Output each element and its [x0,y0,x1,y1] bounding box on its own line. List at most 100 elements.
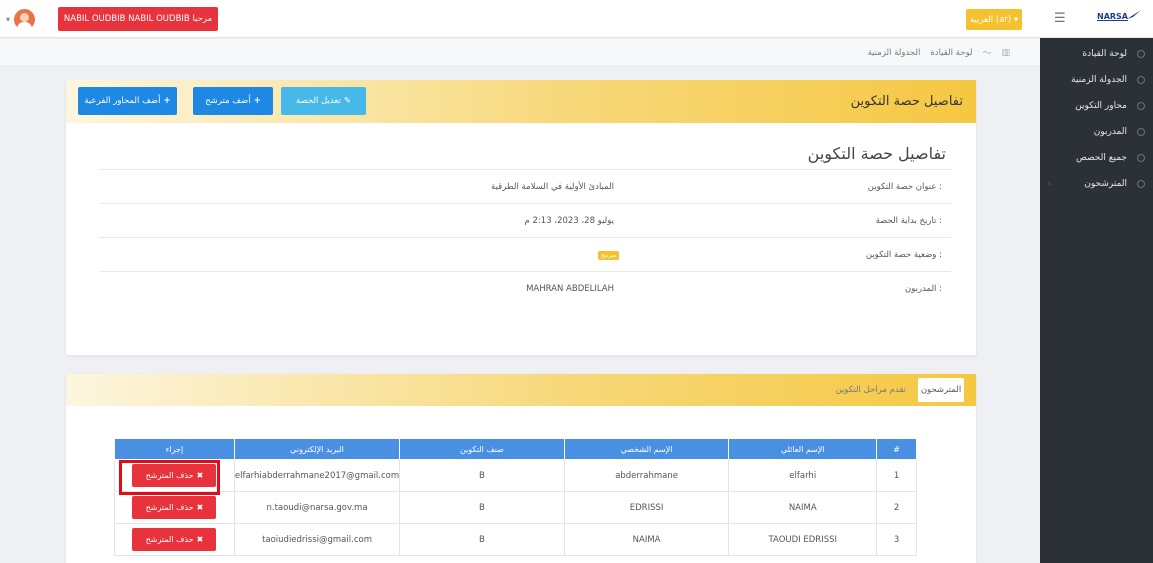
first-name-cell: EDRISSI [563,491,730,524]
circle-icon [1137,128,1145,136]
family-name-cell: NAIMA [728,491,878,524]
detail-value: المبادئ الأولية في السلامة الطرقية [491,182,614,192]
sidebar-item-label: المترشحون [1084,179,1127,189]
user-greeting-button[interactable]: NABIL OUDBIB NABIL OUDBIB مرحبا [58,7,218,31]
circle-icon [1137,76,1145,84]
first-name-cell: abderrahmane [563,459,730,492]
add-subtopics-button[interactable]: أضف المحاور الفرعية + [78,87,177,115]
edit-session-label: تعديل الحصة [296,96,341,106]
plus-icon: + [253,96,261,106]
chart-line-icon: 〜 [982,49,992,59]
action-cell: حذف المترشح ✖ [114,491,235,524]
detail-label: وضعية حصة التكوين : [865,250,942,260]
delete-candidate-label: حذف المترشح [145,503,194,512]
detail-label: عنوان حصة التكوين : [867,182,942,192]
avatar[interactable] [14,8,36,30]
hamburger-menu-icon[interactable]: ☰ [1054,11,1066,26]
add-subtopics-label: أضف المحاور الفرعية [84,96,161,106]
column-header-action: إجراء [114,438,235,460]
email-cell: n.taoudi@narsa.gov.ma [233,491,401,524]
status-badge: مبرمج [598,251,620,260]
edit-session-button[interactable]: تعديل الحصة ✎ [281,87,366,115]
index-cell: 2 [876,491,917,524]
sidebar-item-dashboard[interactable]: لوحة القيادة [1040,41,1153,67]
detail-label: المدربون : [904,284,942,294]
logo[interactable]: NARSA [1097,12,1128,21]
tab-candidates[interactable]: المترشحون [918,378,964,402]
grid-icon: ▥ [1001,47,1010,58]
table-row: حذف المترشح ✖ taoiudiedrissi@gmail.com B… [114,523,917,556]
sidebar-item-schedule[interactable]: الجدولة الزمنية [1040,67,1153,93]
detail-row-status: وضعية حصة التكوين : مبرمج [99,237,951,271]
email-cell: taoiudiedrissi@gmail.com [233,523,401,556]
column-header-first-name: الإسم الشخصي [563,438,730,460]
detail-row-trainers: المدربون : MAHRAN ABDELILAH [99,271,951,305]
family-name-cell: elfarhi [728,459,878,492]
logo-swoosh-icon [1127,10,1141,19]
tab-bar: المترشحون تقدم مراحل التكوين [66,374,976,406]
sidebar-item-all-sessions[interactable]: جميع الحصص [1040,145,1153,171]
sidebar-item-label: الجدولة الزمنية [1071,75,1127,85]
detail-row-start-date: تاريخ بداية الحصة : يوليو 28، 2023، 2:13… [99,203,951,237]
class-cell: B [399,459,565,492]
detail-label: تاريخ بداية الحصة : [875,216,942,226]
brand-area: ☰ NARSA [1040,0,1153,38]
card-title: تفاصيل حصة التكوين [850,94,963,109]
edit-icon: ✎ [343,96,351,106]
breadcrumb-dashboard[interactable]: لوحة القيادة [930,48,972,58]
sidebar-item-training-topics[interactable]: محاور التكوين [1040,93,1153,119]
sidebar-item-trainers[interactable]: المدربون [1040,119,1153,145]
delete-candidate-button[interactable]: حذف المترشح ✖ [132,464,217,487]
column-header-email: البريد الإلكتروني [233,438,401,460]
candidates-table: إجراء البريد الإلكتروني صنف التكوين الإس… [114,438,917,556]
breadcrumb-schedule[interactable]: الجدولة الزمنية [868,48,921,58]
delete-candidate-button[interactable]: حذف المترشح ✖ [132,496,217,519]
family-name-cell: TAOUDI EDRISSI [728,523,878,556]
session-details-card: تفاصيل حصة التكوين أضف المحاور الفرعية +… [66,80,976,355]
table-row: حذف المترشح ✖ n.taoudi@narsa.gov.ma B ED… [114,491,917,524]
circle-icon [1137,50,1145,58]
column-header-index: # [876,438,917,460]
column-header-family-name: الإسم العائلي [728,438,878,460]
action-cell: حذف المترشح ✖ [114,459,235,492]
circle-icon [1137,102,1145,110]
delete-candidate-button[interactable]: حذف المترشح ✖ [132,528,217,551]
breadcrumb: الجدولة الزمنية لوحة القيادة 〜 ▥ [0,39,1040,67]
detail-row-title: عنوان حصة التكوين : المبادئ الأولية في ا… [99,169,951,203]
candidates-card: المترشحون تقدم مراحل التكوين إجراء البري… [66,374,976,563]
sidebar-item-candidates[interactable]: ‹ المترشحون [1040,171,1153,197]
sidebar-item-label: جميع الحصص [1075,153,1127,163]
add-candidate-button[interactable]: أضف مترشح + [193,87,273,115]
close-icon: ✖ [196,503,204,512]
delete-candidate-label: حذف المترشح [145,535,194,544]
detail-value: يوليو 28، 2023، 2:13 م [524,216,614,226]
index-cell: 1 [876,459,917,492]
action-cell: حذف المترشح ✖ [114,523,235,556]
user-menu[interactable]: ▾ [6,8,36,30]
add-candidate-label: أضف مترشح [205,96,251,106]
class-cell: B [399,523,565,556]
sidebar-nav: لوحة القيادة الجدولة الزمنية محاور التكو… [1040,38,1153,197]
sidebar-item-label: محاور التكوين [1075,101,1127,111]
tab-training-progress[interactable]: تقدم مراحل التكوين [835,378,906,402]
first-name-cell: NAIMA [563,523,730,556]
chevron-down-icon[interactable]: ▾ [6,15,10,24]
table-header-row: إجراء البريد الإلكتروني صنف التكوين الإس… [114,438,917,460]
class-cell: B [399,491,565,524]
close-icon: ✖ [196,471,204,480]
card-header: تفاصيل حصة التكوين أضف المحاور الفرعية +… [66,80,976,123]
circle-icon [1137,154,1145,162]
plus-icon: + [163,96,171,106]
detail-value: MAHRAN ABDELILAH [526,284,614,294]
sidebar-item-label: لوحة القيادة [1082,49,1127,59]
top-bar: ▾ NABIL OUDBIB NABIL OUDBIB مرحبا العربي… [0,0,1040,38]
index-cell: 3 [876,523,917,556]
language-selector[interactable]: العربية (ar) ▾ [966,9,1022,30]
column-header-class: صنف التكوين [399,438,565,460]
delete-candidate-label: حذف المترشح [145,471,194,480]
section-title: تفاصيل حصة التكوين [807,144,946,163]
circle-icon [1137,180,1145,188]
sidebar-item-label: المدربون [1093,127,1127,137]
close-icon: ✖ [196,535,204,544]
table-row: حذف المترشح ✖ elfarhiabderrahmane2017@gm… [114,459,917,492]
